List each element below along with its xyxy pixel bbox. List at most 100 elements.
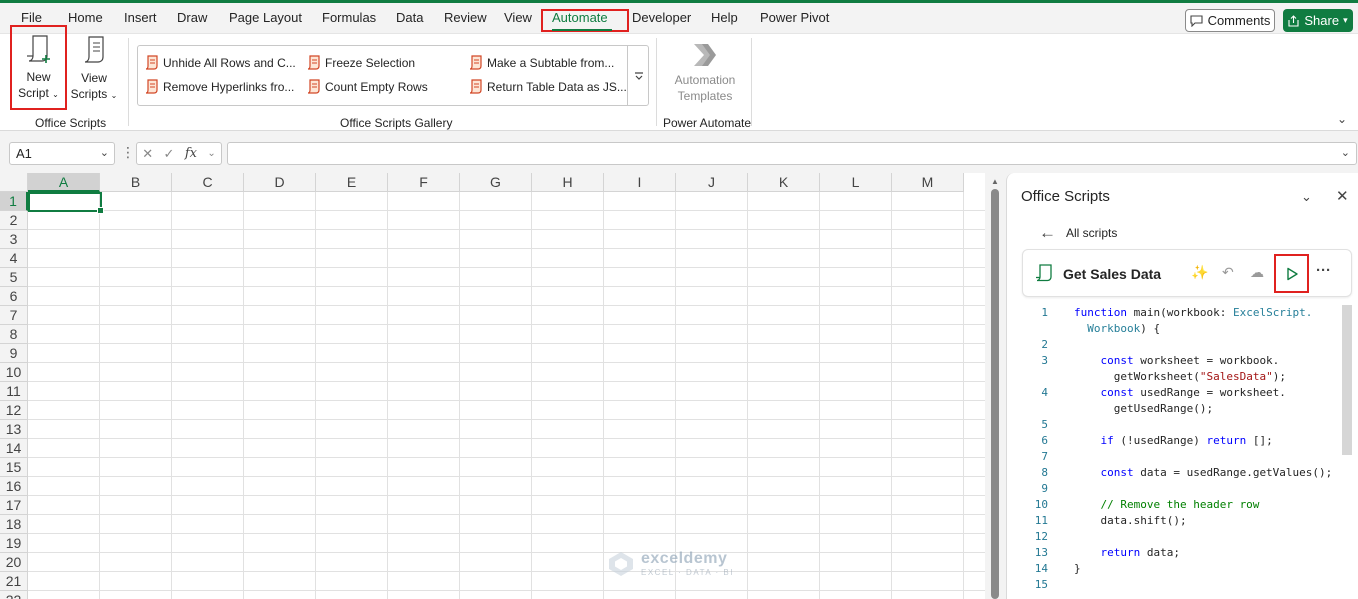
tab-home[interactable]: Home <box>68 10 103 25</box>
tab-file[interactable]: File <box>21 10 42 25</box>
line-number: 10 <box>1034 498 1048 511</box>
column-header[interactable]: E <box>316 173 388 192</box>
tab-power-pivot[interactable]: Power Pivot <box>760 10 829 25</box>
enter-check-icon[interactable]: ✓ <box>164 146 175 162</box>
row-header[interactable]: 1 <box>0 192 28 211</box>
column-header[interactable]: K <box>748 173 820 192</box>
tab-review[interactable]: Review <box>444 10 487 25</box>
column-header[interactable]: F <box>388 173 460 192</box>
close-icon[interactable]: ✕ <box>1336 187 1349 205</box>
gallery-item-freeze-selection[interactable]: Freeze Selection <box>306 55 415 70</box>
code-line: 12 <box>1022 529 1338 545</box>
worksheet-grid[interactable]: A B C D E F G H I J K L M 1 2 3 4 5 6 7 8 9 10 11 12 13 14 15 16 17 18… <box>0 173 985 599</box>
column-header[interactable]: A <box>28 173 100 192</box>
column-header[interactable]: H <box>532 173 604 192</box>
row-header[interactable]: 2 <box>0 211 28 230</box>
code-editor-scrollbar-thumb[interactable] <box>1342 305 1352 455</box>
comments-button[interactable]: Comments <box>1185 9 1275 32</box>
more-options-icon[interactable]: ··· <box>1316 262 1331 279</box>
formula-bar-grip-icon[interactable]: ⋮ <box>121 144 135 161</box>
tab-help[interactable]: Help <box>711 10 738 25</box>
automation-templates-button[interactable]: Automation Templates <box>665 42 745 108</box>
tab-automate[interactable]: Automate <box>552 10 608 25</box>
cancel-icon[interactable]: ✕ <box>142 146 153 162</box>
row-header[interactable]: 9 <box>0 344 28 363</box>
column-header[interactable]: G <box>460 173 532 192</box>
automation-templates-line1: Automation <box>674 73 736 87</box>
share-button[interactable]: Share ▾ <box>1283 9 1353 32</box>
code-text: Workbook) { <box>1074 321 1160 337</box>
tab-formulas[interactable]: Formulas <box>322 10 376 25</box>
rename-icon[interactable]: ✨ <box>1191 264 1208 281</box>
gallery-item-remove-hyperlinks[interactable]: Remove Hyperlinks fro... <box>144 79 294 94</box>
script-icon <box>469 79 482 94</box>
undo-icon[interactable]: ↶ <box>1222 264 1234 281</box>
row-header[interactable]: 4 <box>0 249 28 268</box>
row-header[interactable]: 12 <box>0 401 28 420</box>
row-header[interactable]: 7 <box>0 306 28 325</box>
share-chevron-icon[interactable]: ▾ <box>1343 15 1348 26</box>
code-text: } <box>1074 561 1081 577</box>
row-header[interactable]: 16 <box>0 477 28 496</box>
view-scripts-button[interactable]: View Scripts ⌄ <box>70 28 118 108</box>
chevron-down-icon[interactable]: ⌄ <box>207 148 215 159</box>
row-header[interactable]: 21 <box>0 572 28 591</box>
scroll-up-icon[interactable]: ▲ <box>991 177 999 186</box>
row-header[interactable]: 10 <box>0 363 28 382</box>
grid-line <box>28 590 985 591</box>
tab-data[interactable]: Data <box>396 10 423 25</box>
row-header[interactable]: 3 <box>0 230 28 249</box>
expand-formula-chevron-icon[interactable]: ⌄ <box>1341 146 1350 159</box>
vertical-scrollbar[interactable]: ▲ <box>985 173 1005 599</box>
column-header[interactable]: J <box>676 173 748 192</box>
row-header[interactable]: 14 <box>0 439 28 458</box>
column-header[interactable]: C <box>172 173 244 192</box>
column-header[interactable]: M <box>892 173 964 192</box>
row-header[interactable]: 18 <box>0 515 28 534</box>
column-header[interactable]: D <box>244 173 316 192</box>
code-text: return data; <box>1074 545 1180 561</box>
gallery-item-unhide[interactable]: Unhide All Rows and C... <box>144 55 296 70</box>
row-header[interactable]: 5 <box>0 268 28 287</box>
row-header[interactable]: 17 <box>0 496 28 515</box>
row-header[interactable]: 6 <box>0 287 28 306</box>
row-header[interactable]: 8 <box>0 325 28 344</box>
tab-view[interactable]: View <box>504 10 532 25</box>
tab-developer[interactable]: Developer <box>632 10 691 25</box>
gallery-item-count-empty-rows[interactable]: Count Empty Rows <box>306 79 428 94</box>
row-header[interactable]: 19 <box>0 534 28 553</box>
tab-insert[interactable]: Insert <box>124 10 157 25</box>
grid-line <box>387 192 388 599</box>
chevron-down-icon[interactable]: ⌄ <box>100 143 109 164</box>
name-box[interactable]: A1 ⌄ <box>9 142 115 165</box>
run-button[interactable] <box>1274 254 1309 293</box>
pane-options-chevron-icon[interactable]: ⌄ <box>1301 189 1312 205</box>
line-number: 6 <box>1041 434 1048 447</box>
save-cloud-icon[interactable]: ☁ <box>1250 264 1264 281</box>
all-scripts-link[interactable]: ← All scripts <box>1039 223 1117 243</box>
scrollbar-thumb[interactable] <box>991 189 999 599</box>
insert-function-icon[interactable]: fx <box>185 146 197 161</box>
gallery-more-button[interactable] <box>627 46 649 105</box>
column-header[interactable]: L <box>820 173 892 192</box>
comments-label: Comments <box>1207 13 1271 28</box>
new-script-button[interactable]: New Script ⌄ <box>10 25 67 110</box>
column-header[interactable]: B <box>100 173 172 192</box>
tab-page-layout[interactable]: Page Layout <box>229 10 302 25</box>
row-header[interactable]: 11 <box>0 382 28 401</box>
active-cell[interactable] <box>28 192 104 214</box>
formula-input[interactable]: ⌄ <box>227 142 1357 165</box>
row-header[interactable]: 13 <box>0 420 28 439</box>
select-all-corner[interactable] <box>0 173 28 192</box>
row-header[interactable]: 15 <box>0 458 28 477</box>
gallery-item-make-subtable[interactable]: Make a Subtable from... <box>468 55 614 70</box>
row-header[interactable]: 20 <box>0 553 28 572</box>
tab-draw[interactable]: Draw <box>177 10 207 25</box>
ribbon-collapse-chevron-icon[interactable]: ⌄ <box>1337 112 1347 126</box>
column-header[interactable]: I <box>604 173 676 192</box>
gallery-item-return-table-json[interactable]: Return Table Data as JS... <box>468 79 627 94</box>
row-header[interactable]: 22 <box>0 591 28 599</box>
code-editor[interactable]: 1 function main(workbook: ExcelScript. Wo… <box>1022 303 1352 599</box>
code-token: Workbook <box>1074 322 1141 335</box>
back-arrow-icon[interactable]: ← <box>1039 223 1056 243</box>
